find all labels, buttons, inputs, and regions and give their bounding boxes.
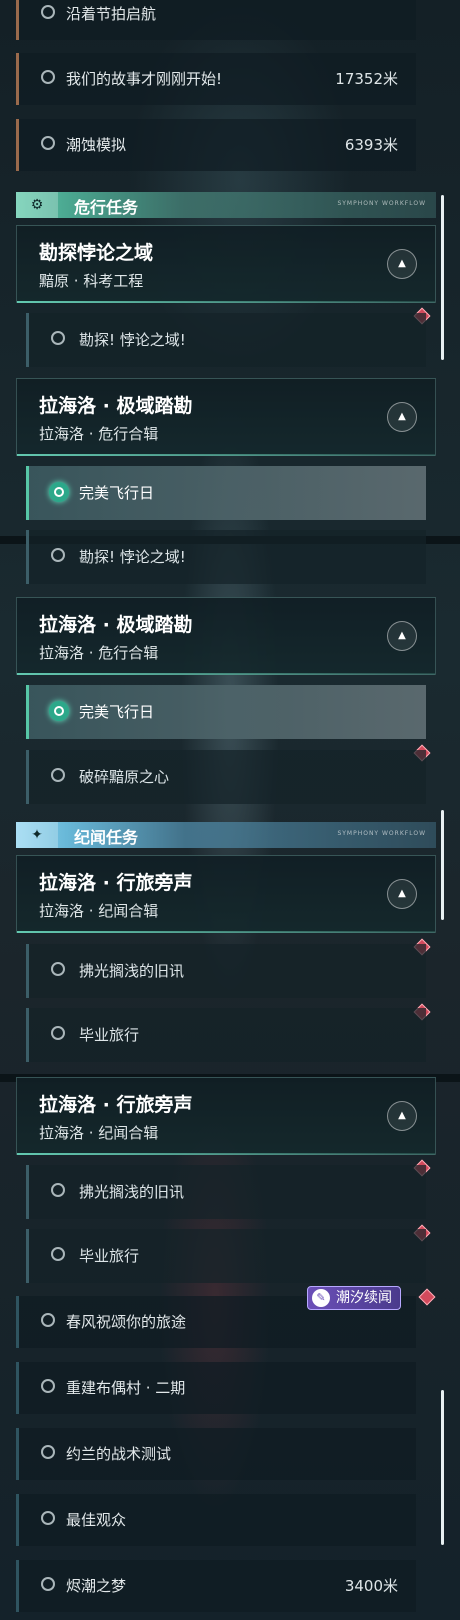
quest-row[interactable]: 我们的故事才刚刚开始! 17352米 <box>16 53 416 105</box>
quest-card[interactable]: 拉海洛 · 行旅旁声 拉海洛 · 纪闻合辑 ▲ <box>16 1077 436 1155</box>
quest-card[interactable]: 拉海洛 · 极域踏勘 拉海洛 · 危行合辑 ▲ <box>16 597 436 675</box>
badge-label: 潮汐续闻 <box>336 1290 392 1306</box>
sub-quest-row[interactable]: 毕业旅行 <box>26 1008 426 1062</box>
quest-distance: 17352米 <box>335 70 398 88</box>
section-header-story: ✦ 纪闻任务 SYMPHONY WORKFLOW <box>16 822 436 848</box>
status-circle-icon <box>51 1183 65 1197</box>
sub-quest-row[interactable]: 拂光搁浅的旧讯 <box>26 944 426 998</box>
card-title: 拉海洛 · 极域踏勘 <box>39 395 193 417</box>
card-title: 拉海洛 · 行旅旁声 <box>39 872 193 894</box>
sub-quest-row-active[interactable]: 完美飞行日 <box>26 685 426 739</box>
section-header-danger: ⚙ 危行任务 SYMPHONY WORKFLOW <box>16 192 436 218</box>
scrollbar[interactable] <box>441 1390 444 1545</box>
collapse-toggle-icon[interactable]: ▲ <box>387 249 417 279</box>
quest-row[interactable]: 烬潮之梦 3400米 <box>16 1560 416 1612</box>
quest-row[interactable]: 最佳观众 <box>16 1494 416 1546</box>
sub-quest-row[interactable]: 拂光搁浅的旧讯 <box>26 1165 426 1219</box>
target-icon <box>49 701 69 721</box>
sub-quest-label: 毕业旅行 <box>79 1247 140 1265</box>
quest-card[interactable]: 拉海洛 · 极域踏勘 拉海洛 · 危行合辑 ▲ <box>16 378 436 456</box>
quest-row[interactable]: 沿着节拍启航 <box>16 0 416 40</box>
quest-row[interactable]: 重建布偶村 · 二期 <box>16 1362 416 1414</box>
status-circle-icon <box>51 331 65 345</box>
sub-quest-label: 勘探! 悖论之域! <box>79 548 186 566</box>
sub-quest-label: 破碎黯原之心 <box>79 768 170 786</box>
collapse-toggle-icon[interactable]: ▲ <box>387 879 417 909</box>
card-subtitle: 拉海洛 · 危行合辑 <box>39 425 159 443</box>
sub-quest-row[interactable]: 破碎黯原之心 <box>26 750 426 804</box>
status-circle-icon <box>41 1577 55 1591</box>
section-tag: SYMPHONY WORKFLOW <box>337 200 426 207</box>
card-title: 拉海洛 · 极域踏勘 <box>39 614 193 636</box>
sub-quest-row[interactable]: 勘探! 悖论之域! <box>26 313 426 367</box>
status-circle-icon <box>41 1511 55 1525</box>
status-circle-icon <box>41 1445 55 1459</box>
quest-label: 最佳观众 <box>66 1511 127 1529</box>
tide-badge-icon: ✎ <box>312 1289 330 1307</box>
quest-label: 我们的故事才刚刚开始! <box>66 70 223 88</box>
sparkle-icon: ✦ <box>16 822 58 848</box>
sub-quest-row[interactable]: 毕业旅行 <box>26 1229 426 1283</box>
quest-row[interactable]: 潮蚀模拟 6393米 <box>16 119 416 171</box>
card-subtitle: 拉海洛 · 纪闻合辑 <box>39 902 159 920</box>
card-title: 勘探悖论之域 <box>39 242 154 264</box>
sub-quest-row[interactable]: 勘探! 悖论之域! <box>26 530 426 584</box>
quest-distance: 3400米 <box>344 1577 398 1595</box>
quest-label: 春风祝颂你的旅途 <box>66 1313 187 1331</box>
collapse-toggle-icon[interactable]: ▲ <box>387 402 417 432</box>
sub-quest-label: 拂光搁浅的旧讯 <box>79 962 185 980</box>
collapse-toggle-icon[interactable]: ▲ <box>387 1101 417 1131</box>
sub-quest-label: 勘探! 悖论之域! <box>79 331 186 349</box>
tide-sequel-badge: ✎ 潮汐续闻 <box>307 1286 401 1310</box>
status-circle-icon <box>51 548 65 562</box>
status-circle-icon <box>41 1313 55 1327</box>
status-circle-icon <box>41 136 55 150</box>
status-circle-icon <box>51 962 65 976</box>
quest-label: 重建布偶村 · 二期 <box>66 1379 186 1397</box>
card-subtitle: 黯原 · 科考工程 <box>39 272 144 290</box>
section-title: 危行任务 <box>74 198 139 217</box>
status-circle-icon <box>51 1247 65 1261</box>
quest-card[interactable]: 拉海洛 · 行旅旁声 拉海洛 · 纪闻合辑 ▲ <box>16 855 436 933</box>
quest-distance: 6393米 <box>344 136 398 154</box>
sub-quest-label: 完美飞行日 <box>79 703 155 721</box>
sub-quest-label: 毕业旅行 <box>79 1026 140 1044</box>
card-subtitle: 拉海洛 · 危行合辑 <box>39 644 159 662</box>
quest-card[interactable]: 勘探悖论之域 黯原 · 科考工程 ▲ <box>16 225 436 303</box>
quest-label: 沿着节拍启航 <box>66 5 157 23</box>
status-circle-icon <box>41 5 55 19</box>
status-circle-icon <box>41 70 55 84</box>
scrollbar[interactable] <box>441 195 444 360</box>
quest-row[interactable]: 约兰的战术测试 <box>16 1428 416 1480</box>
status-circle-icon <box>51 768 65 782</box>
sub-quest-label: 拂光搁浅的旧讯 <box>79 1183 185 1201</box>
sub-quest-row-active[interactable]: 完美飞行日 <box>26 466 426 520</box>
status-circle-icon <box>41 1379 55 1393</box>
sub-quest-label: 完美飞行日 <box>79 484 155 502</box>
section-title: 纪闻任务 <box>74 828 139 847</box>
gear-icon: ⚙ <box>16 192 58 218</box>
quest-label: 约兰的战术测试 <box>66 1445 172 1463</box>
scrollbar[interactable] <box>441 810 444 920</box>
status-circle-icon <box>51 1026 65 1040</box>
card-subtitle: 拉海洛 · 纪闻合辑 <box>39 1124 159 1142</box>
quest-label: 烬潮之梦 <box>66 1577 127 1595</box>
section-tag: SYMPHONY WORKFLOW <box>337 830 426 837</box>
card-title: 拉海洛 · 行旅旁声 <box>39 1094 193 1116</box>
collapse-toggle-icon[interactable]: ▲ <box>387 621 417 651</box>
quest-label: 潮蚀模拟 <box>66 136 127 154</box>
target-icon <box>49 482 69 502</box>
